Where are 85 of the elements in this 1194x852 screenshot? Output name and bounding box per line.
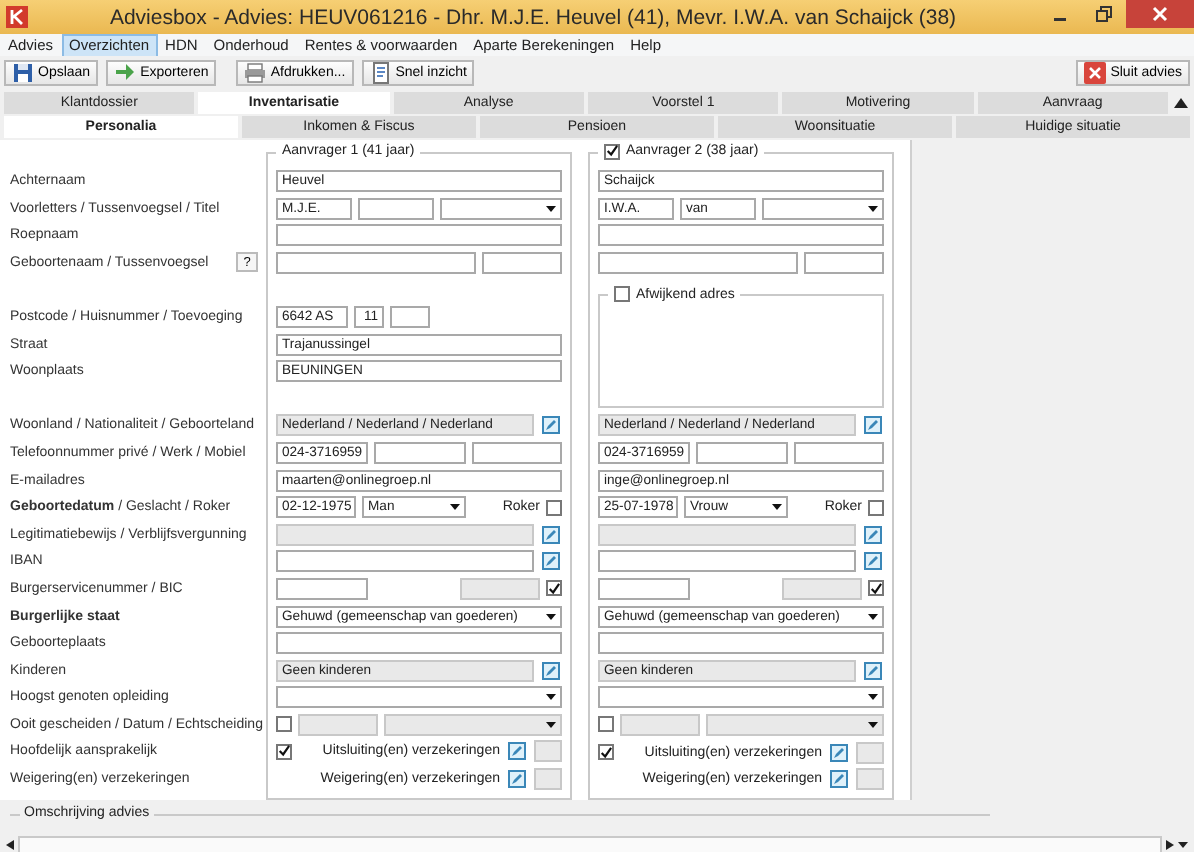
restore-icon [1096, 6, 1112, 22]
input-field[interactable] [472, 441, 562, 464]
pencil-icon [542, 552, 560, 571]
input-field[interactable] [390, 305, 430, 328]
left-arrow-icon [6, 839, 14, 849]
input-field[interactable] [696, 441, 788, 464]
checkbox[interactable] [546, 499, 562, 516]
check-icon [548, 581, 560, 596]
edit-button[interactable] [862, 550, 884, 573]
caret-icon [450, 504, 460, 511]
checkbox[interactable] [276, 716, 292, 733]
caret-icon [772, 504, 782, 511]
edit-button[interactable] [506, 768, 528, 791]
input-field[interactable] [276, 224, 562, 247]
check-icon [606, 144, 618, 159]
input-field[interactable] [374, 441, 466, 464]
caret-icon [868, 613, 878, 620]
caret-icon [868, 205, 878, 212]
pencil-icon [542, 416, 560, 435]
edit-button[interactable] [540, 550, 562, 573]
document-icon [369, 62, 392, 84]
close-button[interactable] [1126, 0, 1194, 28]
check-icon [870, 581, 882, 596]
scrollbar[interactable] [0, 836, 1194, 852]
input-field[interactable] [804, 251, 884, 274]
edit-button[interactable] [862, 414, 884, 437]
caret-icon [868, 694, 878, 701]
checkbox[interactable] [614, 286, 630, 303]
dropdown[interactable] [440, 197, 562, 220]
close-icon [1084, 62, 1107, 84]
checkbox[interactable] [604, 143, 620, 160]
dropdown[interactable] [276, 686, 562, 709]
checkbox[interactable] [598, 744, 614, 760]
input-field[interactable] [598, 577, 690, 600]
check-icon [600, 745, 612, 759]
input-field[interactable] [482, 251, 562, 274]
input-field[interactable] [358, 197, 434, 220]
edit-button[interactable] [828, 768, 850, 791]
caret-icon [546, 694, 556, 701]
pencil-icon [830, 743, 848, 761]
pencil-icon [508, 770, 526, 789]
printer-icon [244, 62, 267, 84]
edit-button[interactable] [862, 523, 884, 546]
checkbox[interactable] [868, 580, 884, 597]
caret-icon [546, 721, 556, 728]
pencil-icon [830, 770, 848, 789]
input-field[interactable] [598, 251, 798, 274]
app-icon [6, 6, 28, 29]
edit-button[interactable] [506, 740, 528, 763]
edit-button[interactable] [540, 414, 562, 437]
window-title: Adviesbox - Advies: HEUV061216 - Dhr. M.J.E. Heuvel (41), Mevr. I.W.A. van Schaijck (38) [107, 5, 959, 30]
input-field[interactable] [794, 441, 884, 464]
caret-icon [546, 205, 556, 212]
checkbox[interactable] [276, 743, 292, 760]
caret-icon [1178, 841, 1188, 847]
edit-button[interactable] [862, 659, 884, 682]
input-field[interactable] [276, 632, 562, 655]
pencil-icon [542, 661, 560, 680]
dropdown[interactable] [598, 686, 884, 709]
caret-icon [546, 613, 556, 619]
input-field[interactable] [276, 577, 368, 600]
input-field[interactable] [598, 550, 856, 573]
caret-icon [868, 721, 878, 728]
arrow-icon [114, 62, 137, 84]
close-icon [1152, 6, 1168, 22]
edit-button[interactable] [540, 659, 562, 682]
edit-button[interactable] [540, 523, 562, 546]
checkbox[interactable] [598, 716, 614, 733]
input-field[interactable] [598, 632, 884, 655]
dropdown[interactable] [762, 197, 884, 220]
edit-button[interactable] [828, 741, 850, 763]
pencil-icon [864, 525, 882, 544]
input-field[interactable] [276, 550, 534, 573]
input-field[interactable] [276, 251, 476, 274]
pencil-icon [864, 416, 882, 435]
pencil-icon [864, 661, 882, 680]
checkbox[interactable] [546, 580, 562, 597]
up-arrow-icon [1173, 97, 1188, 108]
pencil-icon [508, 742, 526, 761]
check-icon [278, 744, 290, 759]
right-arrow-icon [1166, 839, 1174, 849]
pencil-icon [542, 525, 560, 544]
checkbox[interactable] [868, 499, 884, 516]
input-field[interactable] [598, 224, 884, 247]
pencil-icon [864, 552, 882, 571]
